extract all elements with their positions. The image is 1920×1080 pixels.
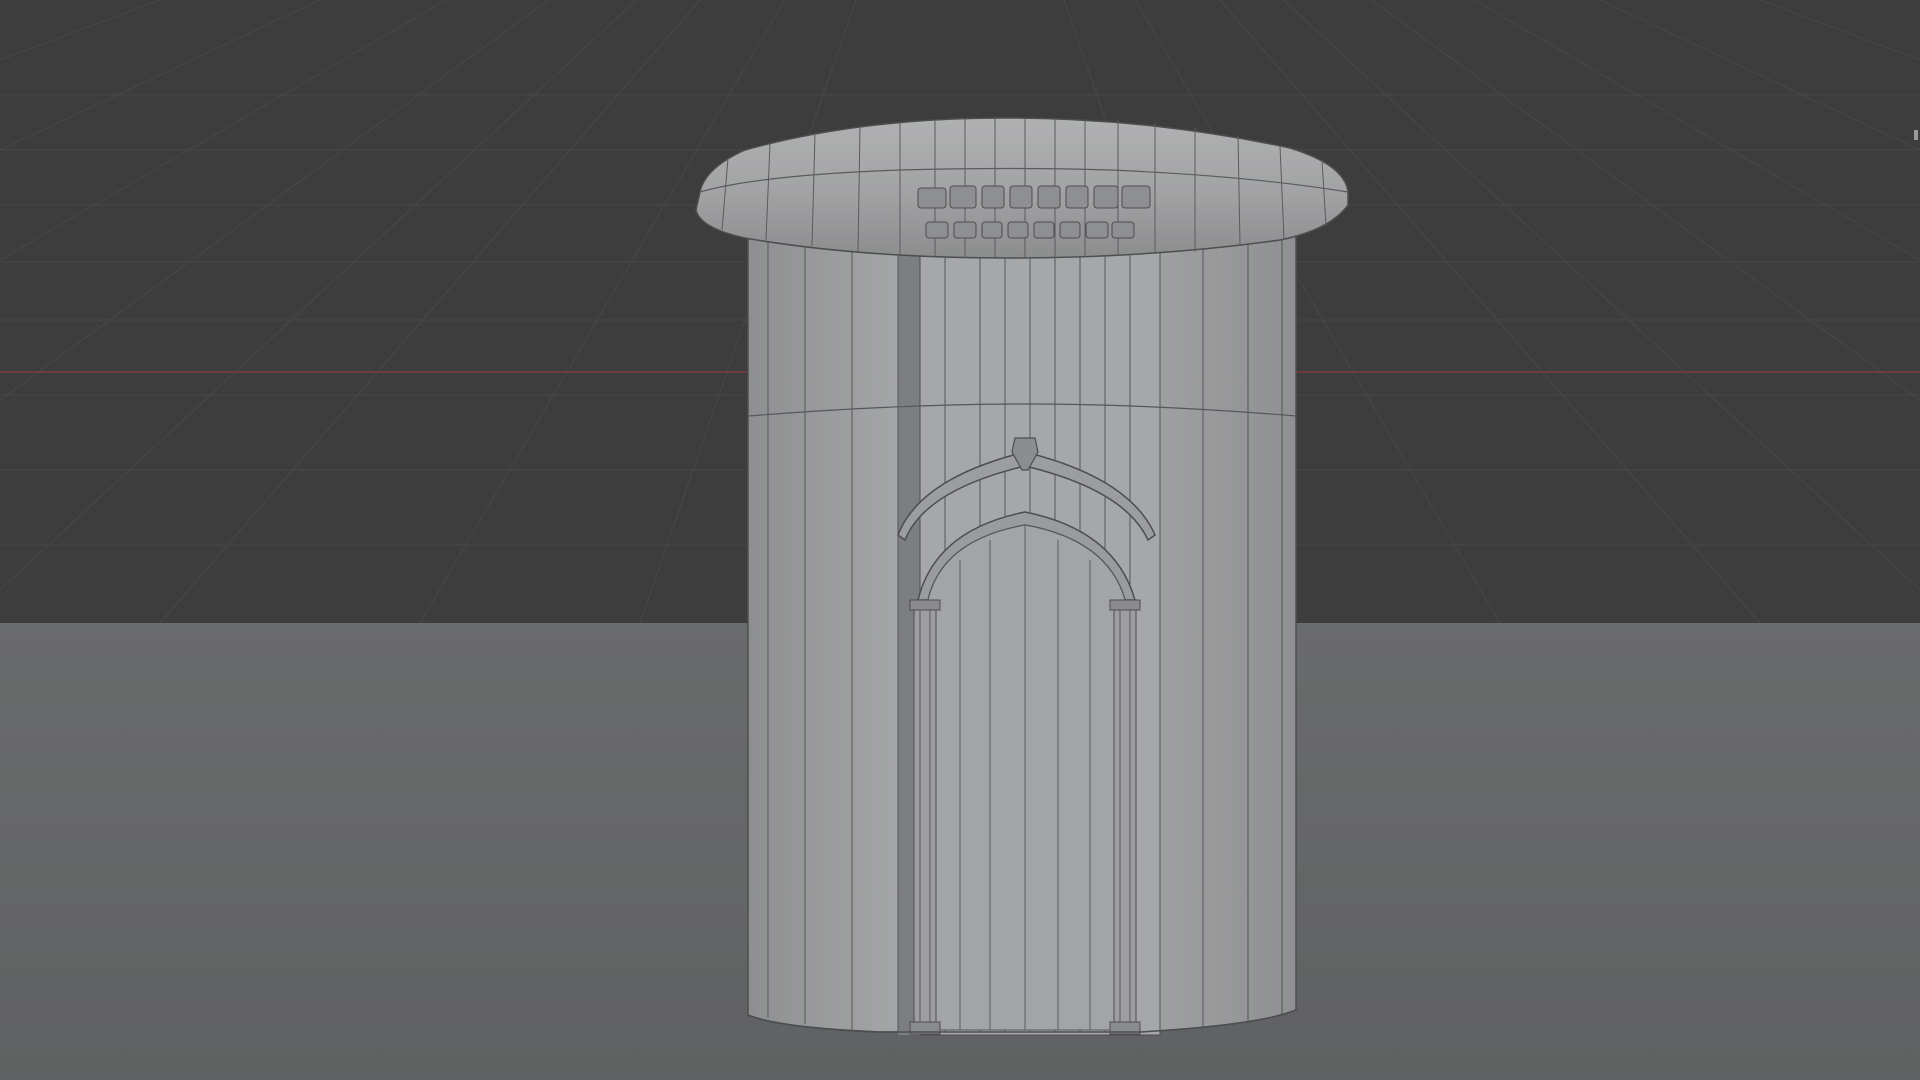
tower-model[interactable]: [695, 117, 1349, 1036]
doorway-recess[interactable]: [927, 524, 1126, 1031]
viewport-canvas[interactable]: [0, 0, 1920, 1080]
left-column[interactable]: [909, 599, 941, 1035]
viewport-gizmo-icon[interactable]: [1914, 130, 1918, 140]
3d-viewport[interactable]: [0, 0, 1920, 1080]
right-column[interactable]: [1109, 599, 1141, 1035]
